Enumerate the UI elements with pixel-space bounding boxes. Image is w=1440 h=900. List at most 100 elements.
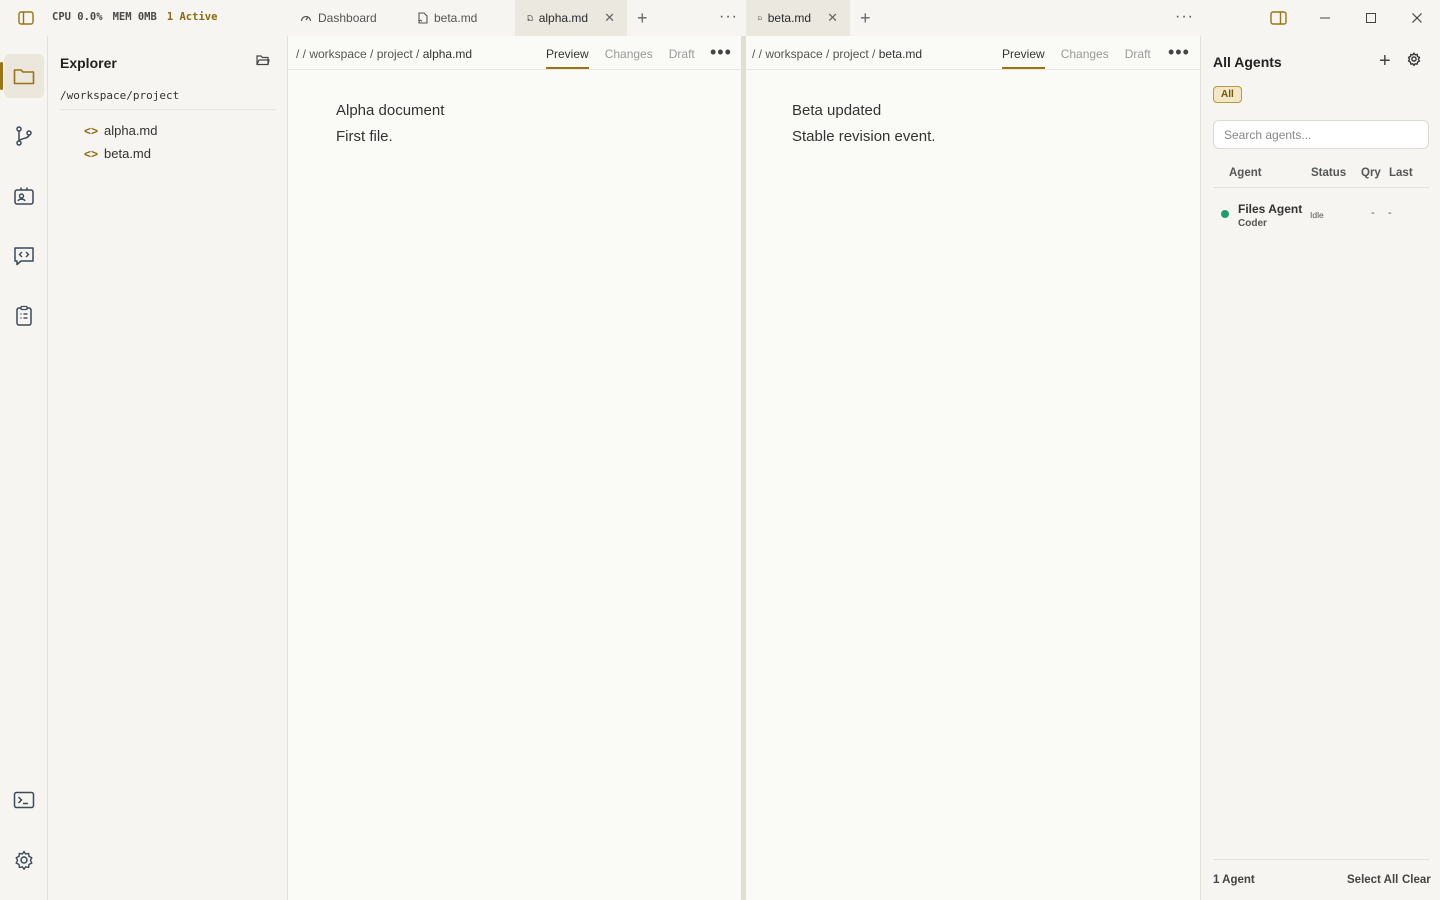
code-chat-icon [14,247,34,266]
new-tab-button[interactable]: + [627,0,658,36]
breadcrumb-path: / / workspace / project / [752,47,876,61]
column-header-agent[interactable]: Agent [1229,167,1262,179]
file-icon [418,12,428,24]
tab-label: beta.md [434,11,478,25]
file-icon [758,16,762,20]
document-preview: Alpha document First file. [336,98,444,150]
agent-search-input[interactable] [1213,120,1429,149]
activity-agents[interactable] [4,174,44,218]
agent-qry: - [1371,207,1375,219]
maximize-icon [1366,13,1376,23]
dashboard-icon [300,15,312,22]
minimize-icon [1320,17,1330,19]
tab-dashboard[interactable]: Dashboard [288,0,405,36]
tab-alpha-md[interactable]: alpha.md ✕ [515,0,627,36]
file-label: alpha.md [104,123,158,138]
divider [1213,187,1429,188]
column-header-status[interactable]: Status [1311,167,1346,179]
column-header-last[interactable]: Last [1389,167,1413,179]
document-line: Beta updated [792,102,882,119]
document-line: First file. [336,128,393,145]
clear-button[interactable]: Clear [1402,874,1431,886]
editor-more-button[interactable]: ••• [1168,42,1190,63]
toggle-panel-button[interactable] [1267,8,1289,28]
add-agent-button[interactable]: + [1379,50,1391,73]
code-file-icon: <> [84,123,99,138]
file-item-alpha-md[interactable]: <> alpha.md [84,123,158,138]
breadcrumb-file[interactable]: alpha.md [423,47,472,61]
minimize-button[interactable] [1314,8,1336,28]
plus-icon: + [1379,50,1391,72]
agents-panel: All Agents + All Agent Status Qry Last F… [1200,36,1440,900]
document-line: Stable revision event. [792,128,936,145]
activity-tasks[interactable] [4,294,44,338]
plus-icon: + [860,7,871,28]
more-horizontal-icon: ··· [719,8,738,25]
activity-explorer[interactable] [0,54,44,98]
tab-preview[interactable]: Preview [1002,47,1045,69]
close-icon [1412,13,1422,23]
breadcrumb-file[interactable]: beta.md [879,47,922,61]
tab-preview[interactable]: Preview [546,47,589,69]
agent-name: Files Agent [1238,202,1303,216]
cpu-stat: CPU 0.0% [52,11,103,23]
divider [288,69,741,70]
open-folder-button[interactable] [256,54,270,69]
activity-bar [0,36,48,900]
title-bar: CPU 0.0% MEM 0MB 1 Active Dashboard beta… [0,0,1440,36]
divider [1213,859,1429,860]
tab-changes[interactable]: Changes [605,47,653,69]
agent-count: 1 Agent [1213,874,1255,886]
editor-left: / / workspace / project / alpha.md Previ… [288,36,741,900]
system-stats: CPU 0.0% MEM 0MB 1 Active [52,11,217,23]
select-all-button[interactable]: Select All [1347,874,1398,886]
sidebar-layout-icon [18,11,34,25]
editor-more-button[interactable]: ••• [710,42,732,63]
document-preview: Beta updated Stable revision event. [792,98,935,150]
tab-label: alpha.md [538,11,589,25]
folder-open-icon [256,55,270,66]
left-group-more-button[interactable]: ··· [719,8,738,26]
panel-layout-icon [1269,11,1287,25]
mem-stat: MEM 0MB [112,11,157,23]
filter-all-chip[interactable]: All [1213,86,1242,103]
agent-icon [14,187,34,205]
view-mode-tabs: Preview Changes Draft [546,47,695,69]
editor-right: / / workspace / project / beta.md Previe… [746,36,1200,900]
tab-beta-md-right[interactable]: beta.md ✕ [746,0,850,36]
activity-source-control[interactable] [4,114,44,158]
tab-changes[interactable]: Changes [1061,47,1109,69]
right-group-more-button[interactable]: ··· [1175,8,1194,26]
tab-draft[interactable]: Draft [669,47,695,69]
more-horizontal-icon: ••• [1168,42,1190,62]
divider [746,69,1200,70]
activity-terminal[interactable] [4,778,44,822]
file-item-beta-md[interactable]: <> beta.md [84,146,151,161]
activity-code-chat[interactable] [4,234,44,278]
activity-settings[interactable] [4,838,44,882]
breadcrumb-path: / / workspace / project / [296,47,420,61]
maximize-button[interactable] [1360,8,1382,28]
clipboard-icon [16,305,32,326]
agent-settings-button[interactable] [1407,52,1421,69]
new-tab-button[interactable]: + [850,0,881,36]
sidebar-toggle-button[interactable] [14,8,38,28]
more-horizontal-icon: ••• [710,42,732,62]
explorer-title: Explorer [60,55,117,71]
close-window-button[interactable] [1406,8,1428,28]
close-icon[interactable]: ✕ [604,10,615,26]
breadcrumb: / / workspace / project / beta.md [752,47,922,61]
column-header-qry[interactable]: Qry [1361,167,1381,179]
more-horizontal-icon: ··· [1175,8,1194,25]
breadcrumb: / / workspace / project / alpha.md [296,47,472,61]
tab-draft[interactable]: Draft [1125,47,1151,69]
close-icon[interactable]: ✕ [827,10,838,26]
table-row[interactable]: Files Agent Coder Idle - - [1213,196,1429,234]
document-line: Alpha document [336,102,445,119]
agent-role: Coder [1238,218,1267,229]
tab-beta-md[interactable]: beta.md [405,0,515,36]
status-dot [1221,210,1229,218]
tab-label: Dashboard [318,11,377,25]
code-file-icon: <> [84,146,99,161]
file-label: beta.md [104,146,151,161]
